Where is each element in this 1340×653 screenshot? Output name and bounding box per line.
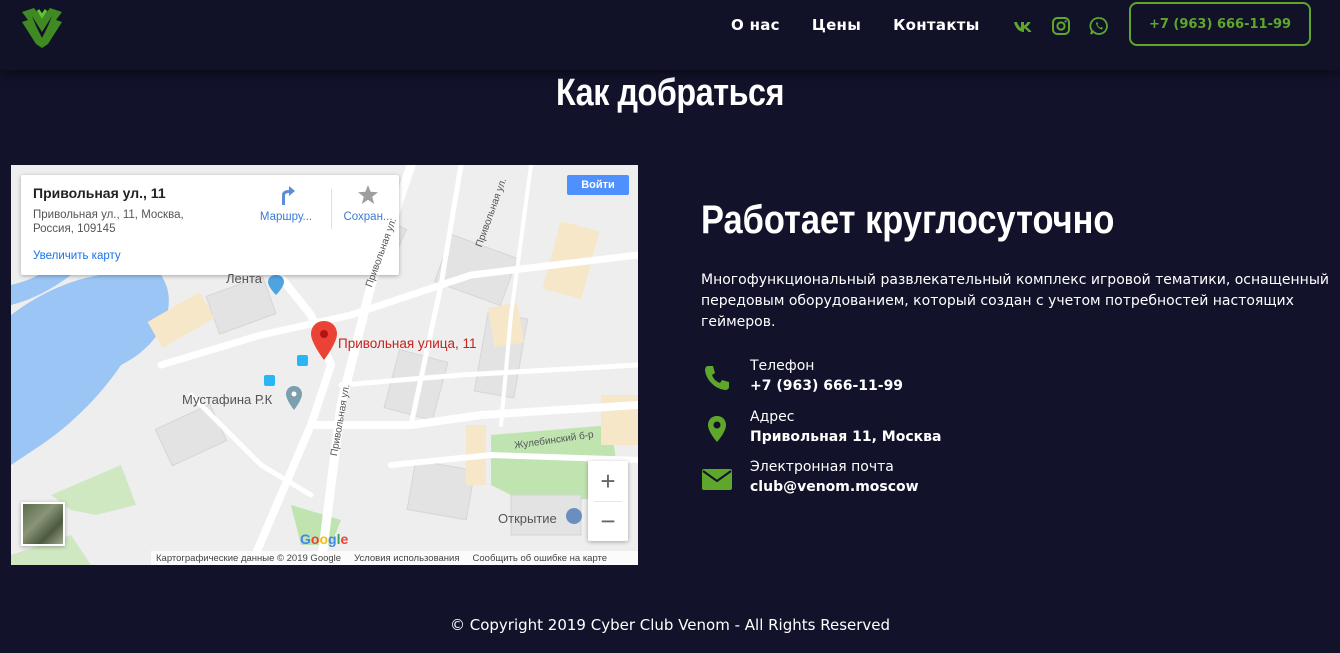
- nav-about[interactable]: О нас: [731, 16, 780, 34]
- location-pin-icon: [701, 413, 733, 445]
- email-value[interactable]: club@venom.moscow: [750, 479, 919, 495]
- directions-icon: [274, 183, 298, 207]
- envelope-icon: [701, 463, 733, 495]
- route-label: Маршру...: [259, 211, 313, 223]
- nav-contacts[interactable]: Контакты: [893, 16, 980, 34]
- section-title: Как добраться: [555, 72, 785, 114]
- zoom-divider: [594, 501, 622, 502]
- phone-icon: [701, 362, 733, 394]
- map-label-lenta: Лента: [226, 271, 262, 286]
- place-address: Привольная ул., 11, Москва, Россия, 1091…: [33, 209, 184, 235]
- instagram-icon[interactable]: [1051, 16, 1071, 36]
- map-data-credit: Картографические данные © 2019 Google: [156, 552, 342, 564]
- site-header: О нас Цены Контакты +7 (963) 666-11-99: [0, 0, 1340, 70]
- footer-copyright: © Copyright 2019 Cyber Club Venom - All …: [449, 616, 891, 634]
- save-label: Сохран...: [343, 211, 393, 223]
- phone-button[interactable]: +7 (963) 666-11-99: [1129, 2, 1311, 46]
- map-login-button[interactable]: Войти: [567, 175, 629, 195]
- enlarge-map-link[interactable]: Увеличить карту: [33, 250, 121, 262]
- main-nav: О нас Цены Контакты: [731, 16, 980, 34]
- venom-claw-logo-icon[interactable]: [18, 4, 66, 50]
- whatsapp-icon[interactable]: [1089, 16, 1109, 36]
- report-error-link[interactable]: Сообщить об ошибке на карте: [473, 553, 608, 564]
- star-icon: [356, 183, 380, 207]
- zoom-in-button[interactable]: +: [588, 461, 628, 501]
- google-map[interactable]: Привольная ул., 11 Привольная ул., 11, М…: [11, 165, 638, 565]
- save-button[interactable]: Сохран...: [333, 183, 403, 223]
- map-label-mustafina: Мустафина Р.К: [182, 392, 273, 407]
- address-value: Привольная 11, Москва: [750, 429, 942, 445]
- club-description: Многофункциональный развлекательный комп…: [701, 272, 1329, 330]
- address-label: Адрес: [750, 409, 795, 425]
- email-label: Электронная почта: [750, 459, 894, 475]
- card-divider: [331, 189, 332, 229]
- place-title: Привольная ул., 11: [33, 185, 166, 201]
- route-button[interactable]: Маршру...: [251, 183, 321, 223]
- zoom-controls: + −: [588, 461, 628, 541]
- social-links: [1013, 16, 1109, 36]
- google-logo: Google: [300, 531, 349, 547]
- pin-label: Привольная улица, 11: [338, 336, 477, 351]
- map-attribution: Картографические данные © 2019 Google Ус…: [151, 551, 638, 565]
- satellite-toggle[interactable]: [21, 502, 65, 546]
- place-info-card: Привольная ул., 11 Привольная ул., 11, М…: [21, 175, 399, 275]
- hours-title: Работает круглосуточно: [701, 198, 1115, 242]
- zoom-out-button[interactable]: −: [588, 501, 628, 541]
- phone-label: Телефон: [750, 358, 815, 374]
- map-label-otkrytie: Открытие: [498, 511, 557, 526]
- terms-link[interactable]: Условия использования: [354, 553, 459, 564]
- vk-icon[interactable]: [1013, 16, 1033, 36]
- nav-prices[interactable]: Цены: [812, 16, 861, 34]
- phone-value[interactable]: +7 (963) 666-11-99: [750, 378, 903, 394]
